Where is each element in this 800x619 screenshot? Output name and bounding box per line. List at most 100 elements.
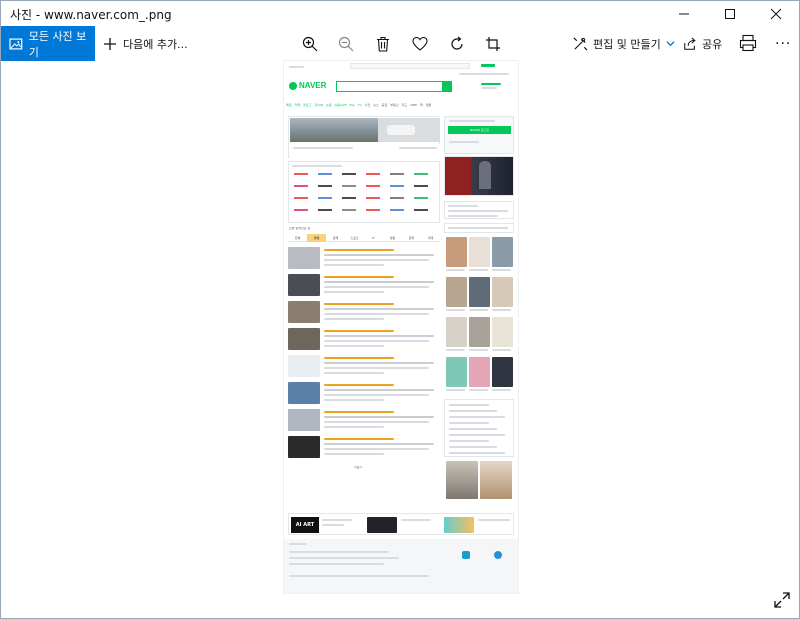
crop-button[interactable]	[483, 34, 503, 54]
ranking-row[interactable]	[449, 428, 497, 430]
shopping-item[interactable]	[469, 357, 490, 387]
shopping-item[interactable]	[492, 357, 513, 387]
side-ad[interactable]	[444, 156, 514, 196]
feed-more-link[interactable]: 더보기	[354, 466, 362, 470]
naver-login-button[interactable]: NAVER 로그인	[448, 126, 511, 134]
brand-logo[interactable]	[294, 173, 308, 175]
shortcut-item[interactable]: 증권	[382, 103, 388, 107]
all-photos-button[interactable]: 모든 사진 보기	[1, 26, 95, 61]
shortcut-item[interactable]: 부동산	[390, 103, 398, 107]
brand-logo[interactable]	[318, 197, 332, 199]
maximize-button[interactable]	[707, 1, 753, 26]
shortcut-item[interactable]: 지도	[402, 103, 408, 107]
ranking-row[interactable]	[449, 446, 497, 448]
ranking-row[interactable]	[449, 452, 505, 454]
shortcut-item[interactable]: 메일	[286, 103, 292, 107]
brand-logo[interactable]	[414, 197, 428, 199]
shortcut-item[interactable]: 뉴스	[373, 103, 379, 107]
news-tab[interactable]: 생활	[383, 234, 402, 242]
shopping-item[interactable]	[469, 237, 490, 267]
brand-logo[interactable]	[318, 173, 332, 175]
brand-logo[interactable]	[390, 197, 404, 199]
news-tab[interactable]: 전체	[288, 234, 307, 242]
feed-item[interactable]	[288, 381, 440, 406]
ai-art-banner[interactable]: AI ART	[291, 517, 319, 533]
shopping-item[interactable]	[492, 317, 513, 347]
brand-logo[interactable]	[294, 185, 308, 187]
shopping-item[interactable]	[492, 277, 513, 307]
feed-item[interactable]	[288, 435, 440, 460]
shortcut-item[interactable]: 사전	[365, 103, 371, 107]
ranking-row[interactable]	[449, 434, 505, 436]
shortcut-item[interactable]: 지식iN	[314, 103, 323, 107]
shortcut-item[interactable]: TV	[358, 103, 362, 107]
brand-logo[interactable]	[318, 209, 332, 211]
side-thumb-2[interactable]	[480, 461, 512, 499]
feed-item[interactable]	[288, 273, 440, 298]
shopping-item[interactable]	[469, 277, 490, 307]
shortcut-item[interactable]: VIBE	[410, 103, 417, 107]
shortcut-item[interactable]: Pay	[350, 103, 355, 107]
minimize-button[interactable]	[661, 1, 707, 26]
shortcut-item[interactable]: 블로그	[303, 103, 311, 107]
close-button[interactable]	[753, 1, 799, 26]
edit-create-button[interactable]: 편집 및 만들기	[573, 26, 675, 61]
news-tab[interactable]: 문화	[402, 234, 421, 242]
shortcut-item[interactable]: 쇼핑	[326, 103, 332, 107]
feed-item[interactable]	[288, 408, 440, 433]
brand-logo[interactable]	[318, 185, 332, 187]
news-tab[interactable]: IT	[364, 234, 383, 242]
add-to-button[interactable]: 다음에 추가...	[103, 26, 188, 61]
brand-logo[interactable]	[294, 197, 308, 199]
feed-item[interactable]	[288, 300, 440, 325]
ranking-row[interactable]	[449, 440, 489, 442]
news-tab[interactable]: 연예	[307, 234, 326, 242]
shopping-item[interactable]	[446, 357, 467, 387]
brand-logo[interactable]	[294, 209, 308, 211]
naver-logo[interactable]: NAVER	[299, 81, 326, 90]
brand-logo[interactable]	[342, 185, 356, 187]
brand-logo[interactable]	[414, 209, 428, 211]
naver-search-box[interactable]	[336, 81, 452, 92]
feed-item[interactable]	[288, 327, 440, 352]
zoom-out-button[interactable]	[336, 34, 356, 54]
brand-logo[interactable]	[342, 173, 356, 175]
rotate-button[interactable]	[447, 34, 467, 54]
brand-logo[interactable]	[414, 185, 428, 187]
naver-search-button[interactable]	[442, 82, 451, 91]
brand-logo[interactable]	[366, 185, 380, 187]
shopping-item[interactable]	[469, 317, 490, 347]
news-tab[interactable]: 경제	[326, 234, 345, 242]
fullscreen-icon[interactable]	[773, 591, 791, 609]
ranking-row[interactable]	[449, 410, 497, 412]
brand-logo[interactable]	[366, 197, 380, 199]
main-banner[interactable]	[288, 116, 440, 158]
ranking-row[interactable]	[449, 404, 489, 406]
shortcut-item[interactable]: 웹툰	[426, 103, 432, 107]
ranking-row[interactable]	[449, 422, 489, 424]
brand-logo[interactable]	[342, 209, 356, 211]
shopping-item[interactable]	[492, 237, 513, 267]
brand-logo[interactable]	[414, 173, 428, 175]
shopping-item[interactable]	[446, 277, 467, 307]
share-button[interactable]: 공유	[683, 26, 722, 61]
news-tab[interactable]: 세계	[421, 234, 440, 242]
shopping-item[interactable]	[446, 237, 467, 267]
shortcut-item[interactable]: 책	[420, 103, 423, 107]
more-button[interactable]: ···	[775, 36, 791, 52]
feed-item[interactable]	[288, 354, 440, 379]
brand-logo[interactable]	[390, 173, 404, 175]
brand-logo[interactable]	[366, 173, 380, 175]
zoom-in-button[interactable]	[300, 34, 320, 54]
shopping-item[interactable]	[446, 317, 467, 347]
brand-logo[interactable]	[390, 185, 404, 187]
brand-logo[interactable]	[390, 209, 404, 211]
delete-button[interactable]	[373, 34, 393, 54]
shortcut-item[interactable]: 카페	[295, 103, 301, 107]
ranking-row[interactable]	[449, 416, 505, 418]
print-icon[interactable]	[739, 34, 757, 52]
side-thumb-1[interactable]	[446, 461, 478, 499]
feed-item[interactable]	[288, 246, 440, 271]
brand-logo[interactable]	[366, 209, 380, 211]
brand-logo[interactable]	[342, 197, 356, 199]
